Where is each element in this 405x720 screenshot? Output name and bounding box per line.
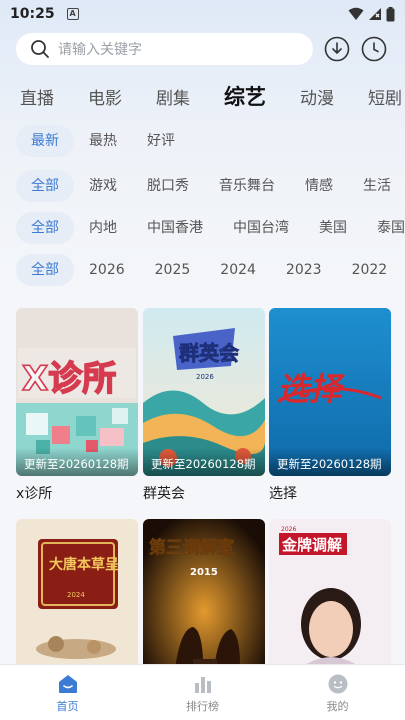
filter-region-hongkong[interactable]: 中国香港 [132, 212, 218, 244]
app-screen: 10:25 A 请输入关键字 直播 电影 剧集 综艺 动漫 短剧 最新 最热 好… [0, 0, 405, 720]
show-card[interactable]: 选择 更新至20260128期 选择 [269, 308, 391, 503]
poster-subtitle: 2015 [190, 567, 218, 578]
status-bar: 10:25 A [0, 0, 405, 28]
filter-sort-hot[interactable]: 最热 [74, 125, 132, 157]
poster-subtitle: 2026 [281, 526, 296, 533]
filter-year-all[interactable]: 全部 [16, 254, 74, 286]
wifi-icon [348, 7, 364, 20]
update-label: 更新至20260128期 [269, 448, 391, 476]
poster-text: 第三调解室 [149, 537, 234, 558]
nav-profile[interactable]: 我的 [270, 665, 405, 720]
poster-text: 大唐本草呈 [49, 556, 119, 573]
search-row: 请输入关键字 [16, 33, 396, 65]
filter-sort-latest[interactable]: 最新 [16, 125, 74, 157]
poster-text: 群英会 [178, 341, 239, 365]
nav-home[interactable]: 首页 [0, 665, 135, 720]
update-label: 更新至20260128期 [16, 448, 138, 476]
poster-art: 第三调解室 2015 [143, 519, 265, 687]
poster-text: 金牌调解 [281, 536, 342, 554]
filter-region-usa[interactable]: 美国 [304, 212, 362, 244]
show-card[interactable]: X诊所 更新至20260128期 x诊所 [16, 308, 138, 503]
poster-subtitle: 2026 [196, 373, 214, 381]
tab-short-drama[interactable]: 短剧 [368, 84, 402, 109]
download-icon [324, 36, 350, 62]
home-icon [58, 675, 77, 693]
status-icons [348, 6, 395, 22]
poster-text: X诊所 [22, 359, 116, 399]
show-title: x诊所 [16, 486, 53, 502]
update-label: 更新至20260128期 [143, 448, 265, 476]
nav-ranking[interactable]: 排行榜 [135, 665, 270, 720]
filter-year-2025[interactable]: 2025 [140, 254, 206, 286]
bar-chart-icon [194, 677, 211, 693]
tab-live[interactable]: 直播 [20, 84, 54, 109]
filter-year-2026[interactable]: 2026 [74, 254, 140, 286]
filter-row-year: 全部 2026 2025 2024 2023 2022 [16, 254, 405, 286]
tab-variety[interactable]: 综艺 [224, 81, 266, 111]
nav-label: 首页 [56, 700, 79, 713]
poster-art: 金牌调解 2026 [269, 519, 391, 687]
filter-year-2023[interactable]: 2023 [271, 254, 337, 286]
filter-region-thailand[interactable]: 泰国 [362, 212, 405, 244]
filter-genre-emotion[interactable]: 情感 [290, 170, 348, 202]
show-poster[interactable]: 大唐本草呈 2024 [16, 519, 138, 687]
show-poster[interactable]: 群英会 2026 更新至20260128期 [143, 308, 265, 476]
poster-art: 大唐本草呈 2024 [16, 519, 138, 687]
poster-text: 选择 [277, 370, 345, 408]
search-icon [31, 40, 49, 58]
show-poster[interactable]: X诊所 更新至20260128期 [16, 308, 138, 476]
search-placeholder: 请输入关键字 [58, 42, 142, 58]
battery-icon [386, 6, 395, 21]
show-poster[interactable]: 金牌调解 2026 [269, 519, 391, 687]
filter-genre-all[interactable]: 全部 [16, 170, 74, 202]
filter-region-mainland[interactable]: 内地 [74, 212, 132, 244]
signal-icon [369, 8, 381, 20]
filter-genre-game[interactable]: 游戏 [74, 170, 132, 202]
filter-row-region: 全部 内地 中国香港 中国台湾 美国 泰国 [16, 212, 405, 244]
filter-genre-talkshow[interactable]: 脱口秀 [132, 170, 204, 202]
filter-region-all[interactable]: 全部 [16, 212, 74, 244]
filter-year-2022[interactable]: 2022 [337, 254, 403, 286]
show-card[interactable]: 大唐本草呈 2024 [16, 519, 138, 687]
filter-row-genre: 全部 游戏 脱口秀 音乐舞台 情感 生活 [16, 170, 405, 202]
filter-row-sort: 最新 最热 好评 [16, 125, 405, 157]
clock-icon [361, 36, 387, 62]
show-card[interactable]: 第三调解室 2015 [143, 519, 265, 687]
show-title: 选择 [269, 486, 297, 502]
show-title: 群英会 [143, 486, 185, 502]
filter-genre-music[interactable]: 音乐舞台 [204, 170, 290, 202]
category-tabs: 直播 电影 剧集 综艺 动漫 短剧 [20, 80, 405, 112]
show-poster[interactable]: 第三调解室 2015 [143, 519, 265, 687]
filter-sort-rated[interactable]: 好评 [132, 125, 190, 157]
status-time: 10:25 [10, 6, 55, 22]
poster-subtitle: 2024 [67, 591, 85, 599]
tab-movies[interactable]: 电影 [88, 84, 122, 109]
download-button[interactable] [324, 36, 350, 62]
filter-region-taiwan[interactable]: 中国台湾 [218, 212, 304, 244]
filter-year-2024[interactable]: 2024 [205, 254, 271, 286]
show-card[interactable]: 群英会 2026 更新至20260128期 群英会 [143, 308, 265, 503]
history-button[interactable] [361, 36, 387, 62]
bottom-nav: 首页 排行榜 我的 [0, 664, 405, 720]
tab-anime[interactable]: 动漫 [300, 84, 334, 109]
nav-label: 我的 [326, 700, 349, 713]
notification-a-icon: A [66, 8, 79, 20]
search-input[interactable]: 请输入关键字 [16, 33, 313, 65]
nav-label: 排行榜 [186, 700, 219, 713]
tab-series[interactable]: 剧集 [156, 84, 190, 109]
show-card[interactable]: 金牌调解 2026 [269, 519, 391, 687]
show-poster[interactable]: 选择 更新至20260128期 [269, 308, 391, 476]
filter-genre-life[interactable]: 生活 [348, 170, 405, 202]
profile-icon [328, 674, 347, 694]
